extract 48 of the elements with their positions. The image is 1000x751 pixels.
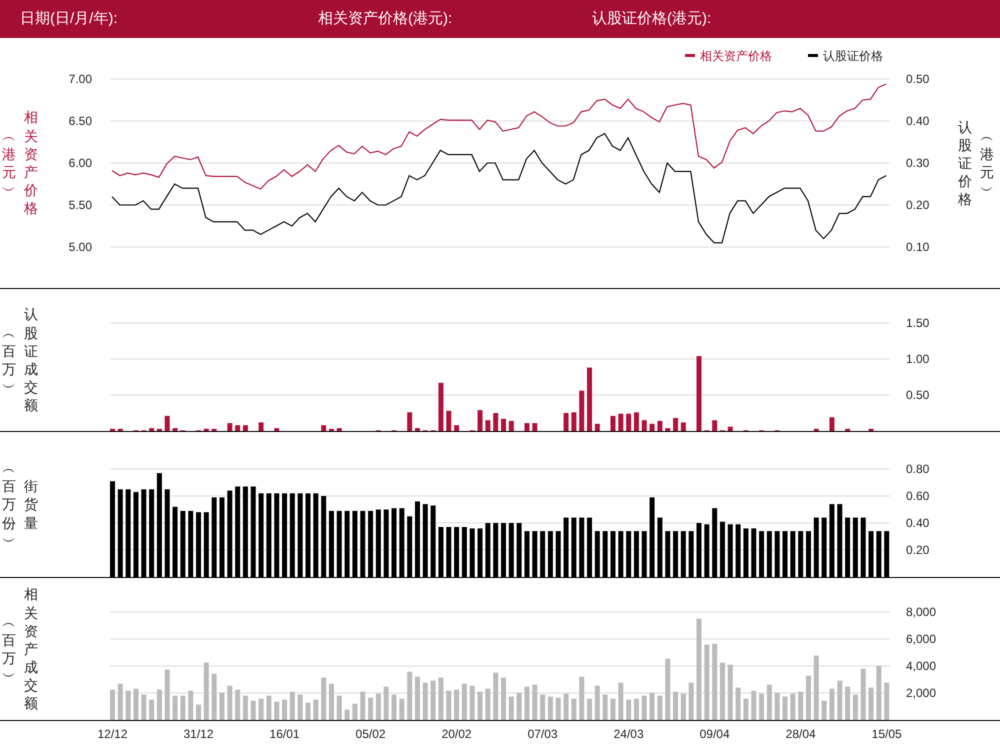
axis-title: 相关资产价格 [24, 108, 38, 218]
header-label: 认股证价格(港元): [592, 8, 712, 29]
axis-tick-label: 4,000 [906, 659, 936, 673]
axis-tick-label: 28/04 [786, 727, 816, 741]
axis-tick-label: 07/03 [528, 727, 558, 741]
axis-tick-label: 31/12 [184, 727, 214, 741]
axis-title: ︵港元︶ [2, 126, 16, 200]
axis-tick-label: 0.60 [906, 489, 930, 503]
axis-tick-label: 05/02 [356, 727, 386, 741]
axis-tick-label: 2,000 [906, 686, 936, 700]
axis-tick-label: 0.30 [906, 156, 930, 170]
axis-tick-label: 6.50 [68, 114, 92, 128]
axis-tick-label: 8,000 [906, 605, 936, 619]
axis-tick-label: 6,000 [906, 632, 936, 646]
header-label: 相关资产价格(港元): [318, 8, 454, 29]
axis-tick-label: 6.00 [68, 156, 92, 170]
axis-tick-label: 7.00 [68, 72, 92, 86]
axis-tick-label: 20/02 [442, 727, 472, 741]
axis-tick-label: 16/01 [270, 727, 300, 741]
axis-tick-label: 0.10 [906, 240, 930, 254]
axis-tick-label: 0.20 [906, 198, 930, 212]
axis-tick-label: 0.40 [906, 516, 930, 530]
axis-tick-label: 0.20 [906, 543, 930, 557]
axis-tick-label: 1.00 [906, 352, 930, 366]
axis-tick-label: 5.50 [68, 198, 92, 212]
axis-title: ︵百万︶ [2, 612, 16, 686]
axis-tick-label: 0.50 [906, 388, 930, 402]
legend-label: 相关资产价格 [700, 49, 772, 63]
axis-tick-label: 0.40 [906, 114, 930, 128]
axis-title: ︵百万︶ [2, 324, 16, 396]
header-label: 日期(日/月/年): [20, 8, 118, 29]
legend-label: 认股证价格 [823, 49, 883, 63]
axis-title: 认股证价格 [958, 118, 972, 208]
axis-tick-label: 09/04 [700, 727, 730, 741]
axis-title: ︵百万份︶ [2, 459, 16, 550]
axis-tick-label: 24/03 [614, 727, 644, 741]
axis-tick-label: 12/12 [97, 727, 128, 741]
axis-title: 街货量 [24, 477, 38, 532]
axis-title: 相关资产成交额 [24, 585, 38, 713]
axis-tick-label: 0.50 [906, 72, 930, 86]
axis-title: ︵港元︶ [980, 126, 994, 200]
axis-tick-label: 1.50 [906, 316, 930, 330]
axis-tick-label: 5.00 [68, 240, 92, 254]
legend-item: 认股证价格 [808, 49, 883, 63]
axis-tick-label: 15/05 [872, 727, 902, 741]
legend-item: 相关资产价格 [685, 49, 772, 63]
axis-tick-label: 0.80 [906, 462, 930, 476]
axis-title: 认股证成交额 [24, 305, 38, 415]
